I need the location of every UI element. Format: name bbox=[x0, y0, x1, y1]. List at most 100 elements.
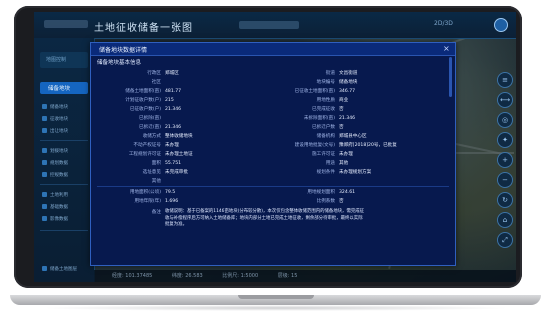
sidebar-top-button[interactable]: 地图控制 bbox=[40, 52, 88, 68]
compass-icon[interactable]: ✦ bbox=[497, 132, 513, 148]
sidebar-item[interactable]: 基础数据 bbox=[40, 202, 88, 212]
home-icon[interactable]: ⌂ bbox=[497, 212, 513, 228]
detail-row: 储备土地面积(亩) 481.77 已征收土地面积(亩) 346.77 bbox=[91, 87, 455, 96]
detail-row: 选址意见 未完成审批 规划条件 未办理规划方案 bbox=[91, 168, 455, 177]
field-label: 街道 bbox=[325, 71, 335, 76]
layer-icon bbox=[42, 104, 47, 109]
field-label: 用途 bbox=[325, 161, 335, 166]
sidebar-item[interactable]: 储备地块 bbox=[40, 102, 88, 112]
user-avatar-icon[interactable] bbox=[494, 18, 508, 32]
top-search-bar[interactable] bbox=[239, 21, 299, 29]
field-label: 已拆除(亩) bbox=[139, 116, 161, 121]
field-label: 用地年限(年) bbox=[134, 199, 161, 204]
field-value: 未完成审批 bbox=[165, 170, 188, 175]
field-label: 计划征收户数(户) bbox=[125, 98, 161, 103]
app-title: 土地征收储备一张图 bbox=[94, 23, 193, 34]
sidebar-item[interactable]: 征收地块 bbox=[40, 114, 88, 124]
sidebar-item-label: 控规数据 bbox=[50, 173, 68, 178]
sidebar-item-label: 征收地块 bbox=[50, 117, 68, 122]
layer-icon bbox=[42, 266, 47, 271]
field-label: 不动产权证号 bbox=[133, 143, 161, 148]
field-label: 已征收户数(户) bbox=[129, 107, 161, 112]
field-value: 郑城县中心区 bbox=[339, 134, 367, 139]
sidebar-item[interactable]: 影像数据 bbox=[40, 214, 88, 224]
detail-row: 计划征收户数(户) 215 用地性质 商业 bbox=[91, 96, 455, 105]
fullscreen-icon[interactable]: ⤢ bbox=[497, 232, 513, 248]
sidebar-item-label: 储备土地图层 bbox=[50, 267, 77, 272]
status-level: 层级: 15 bbox=[277, 273, 298, 279]
field-value: 55.751 bbox=[165, 161, 182, 166]
detail-row: 不动产权证号 未办理 建设用地批复(文号) 豫郑府[2018]20号，已批复 bbox=[91, 141, 455, 150]
field-label: 储备机构 bbox=[316, 134, 335, 139]
zoom-out-icon[interactable]: − bbox=[497, 172, 513, 188]
sidebar-item-label: 基础数据 bbox=[50, 205, 68, 210]
screen: 土地征收储备一张图 2D/3D 地图控制 储备地块 储备地块 征收地块 出让地块… bbox=[34, 12, 516, 282]
dialog-title: 储备地块数据详情 bbox=[99, 47, 148, 54]
layer-icon bbox=[42, 128, 47, 133]
section-title: 储备地块基本信息 bbox=[97, 60, 142, 66]
field-label: 规划条件 bbox=[316, 170, 335, 175]
status-scale: 比例尺: 1:5000 bbox=[222, 273, 259, 279]
measure-icon[interactable]: ⟷ bbox=[497, 92, 513, 108]
field-label: 用地面积(公顷) bbox=[129, 190, 161, 195]
field-value: 整体收储地块 bbox=[165, 134, 193, 139]
layer-icon bbox=[42, 192, 47, 197]
view-mode-text[interactable]: 2D/3D bbox=[434, 20, 453, 27]
detail-row: 行政区 郑城区 街道 文昌街道 bbox=[91, 69, 455, 78]
field-value: 215 bbox=[165, 98, 174, 103]
refresh-icon[interactable]: ↻ bbox=[497, 192, 513, 208]
field-label: 选址意见 bbox=[142, 170, 161, 175]
field-label: 建设用地批复(文号) bbox=[294, 143, 335, 148]
detail-row: 工程规划许可证 未办理土地证 施工许可证 未办理 bbox=[91, 150, 455, 159]
location-icon[interactable]: ◎ bbox=[497, 112, 513, 128]
layer-icon bbox=[42, 216, 47, 221]
sidebar-item-active[interactable]: 储备地块 bbox=[40, 82, 88, 94]
row-divider bbox=[97, 186, 449, 187]
sidebar-item[interactable]: 规划数据 bbox=[40, 158, 88, 168]
sidebar-item-label: 土地利用 bbox=[50, 193, 68, 198]
layers-icon[interactable]: ≡ bbox=[497, 72, 513, 88]
detail-row: 用地年限(年) 1.696 比例系数否 bbox=[91, 197, 455, 206]
zoom-in-icon[interactable]: + bbox=[497, 152, 513, 168]
status-bar: 经度: 101.37485 纬度: 26.583 比例尺: 1:5000 层级:… bbox=[94, 270, 516, 282]
field-value: 否 bbox=[339, 125, 344, 130]
sidebar-item[interactable]: 出让地块 bbox=[40, 126, 88, 136]
sidebar-item-label: 划拨地块 bbox=[50, 149, 68, 154]
field-value: 346.77 bbox=[339, 89, 356, 94]
sidebar-divider bbox=[40, 230, 88, 231]
layer-icon bbox=[42, 160, 47, 165]
sidebar-active-label: 储备地块 bbox=[48, 86, 71, 92]
field-value: 未办理土地证 bbox=[165, 152, 193, 157]
sidebar-item-label: 规划数据 bbox=[50, 161, 68, 166]
field-label: 工程规划许可证 bbox=[128, 152, 161, 157]
close-icon[interactable]: × bbox=[443, 44, 450, 54]
field-label: 地块编号 bbox=[316, 80, 335, 85]
sidebar-item[interactable]: 储备土地图层 bbox=[40, 264, 88, 274]
layer-icon bbox=[42, 148, 47, 153]
field-value: 郑城区 bbox=[165, 71, 179, 76]
field-value: 1.696 bbox=[165, 199, 179, 204]
sidebar-item[interactable]: 控规数据 bbox=[40, 170, 88, 180]
remarks-text: 收储说明：基于已备案的1146亩地块(分布较分散)，本次仅包含整体收储范围内的储… bbox=[165, 209, 365, 227]
field-value: 否 bbox=[339, 107, 344, 112]
detail-row: 已拆除(亩) 未拆除面积(亩) 21.346 bbox=[91, 114, 455, 123]
detail-row: 收储方式 整体收储地块 储备机构 郑城县中心区 bbox=[91, 132, 455, 141]
sidebar-divider bbox=[40, 140, 88, 141]
app-logo bbox=[44, 20, 88, 28]
sidebar-item-label: 出让地块 bbox=[50, 129, 68, 134]
sidebar-item[interactable]: 划拨地块 bbox=[40, 146, 88, 156]
field-value: 324.61 bbox=[339, 190, 356, 195]
field-label: 已拆迁(亩) bbox=[139, 125, 161, 130]
sidebar-item[interactable]: 土地利用 bbox=[40, 190, 88, 200]
field-label: 面积 bbox=[151, 161, 161, 166]
status-latitude: 纬度: 26.583 bbox=[171, 273, 203, 279]
field-label: 已拆迁户数 bbox=[312, 125, 335, 130]
field-label: 未拆除面积(亩) bbox=[303, 116, 335, 121]
laptop-base bbox=[0, 295, 551, 312]
field-label: 比例系数 bbox=[316, 199, 335, 204]
field-label: 已完成征收 bbox=[312, 107, 335, 112]
field-label: 用地规划面积 bbox=[307, 190, 335, 195]
detail-row: 社区 地块编号 储备地块 bbox=[91, 78, 455, 87]
field-value: 储备地块 bbox=[339, 80, 358, 85]
field-label: 已征收土地面积(亩) bbox=[294, 89, 335, 94]
